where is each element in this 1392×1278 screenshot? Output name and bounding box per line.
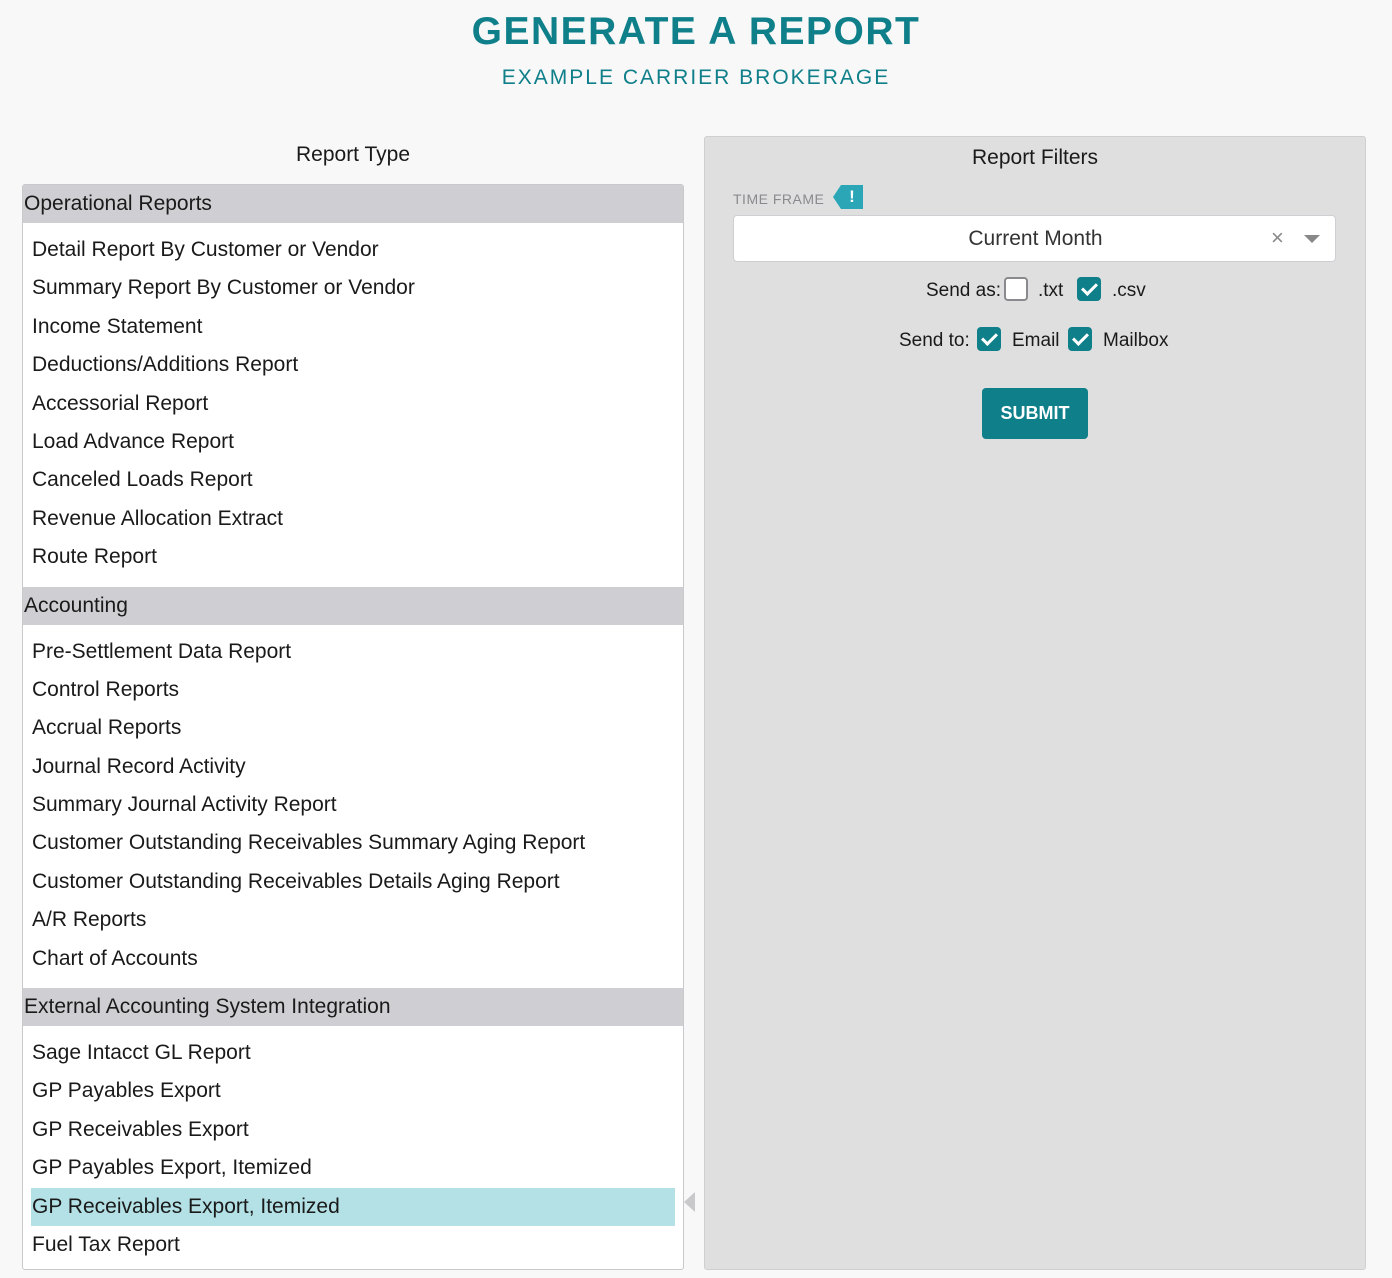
report-item[interactable]: A/R Reports xyxy=(31,901,675,939)
mailbox-checkbox[interactable] xyxy=(1068,327,1092,351)
report-item[interactable]: Route Report xyxy=(31,538,675,576)
report-item[interactable]: Journal Record Activity xyxy=(31,748,675,786)
report-item[interactable]: Accessorial Report xyxy=(31,385,675,423)
email-label: Email xyxy=(1012,330,1060,351)
time-frame-value: Current Month xyxy=(968,227,1103,250)
send-to-row: Send to: Email Mailbox xyxy=(899,327,1189,355)
report-filters-panel: Report Filters TIME FRAME ! Current Mont… xyxy=(704,136,1366,1270)
report-item[interactable]: Control Reports xyxy=(31,671,675,709)
report-item[interactable]: GP Payables Export xyxy=(31,1072,675,1110)
send-to-label: Send to: xyxy=(899,330,970,351)
report-item[interactable]: Revenue Allocation Extract xyxy=(31,500,675,538)
txt-checkbox[interactable] xyxy=(1004,277,1028,301)
send-as-row: Send as: .txt .csv xyxy=(926,277,1156,305)
txt-label: .txt xyxy=(1038,280,1064,301)
submit-button[interactable]: SUBMIT xyxy=(982,388,1088,439)
report-filters-heading: Report Filters xyxy=(971,146,1099,169)
required-alert-icon: ! xyxy=(833,185,865,209)
report-item[interactable]: GP Receivables Export xyxy=(31,1111,675,1149)
report-type-list: Operational Reports Detail Report By Cust… xyxy=(22,184,684,1270)
report-item[interactable]: Load Advance Report xyxy=(31,423,675,461)
report-item[interactable]: Accrual Reports xyxy=(31,709,675,747)
mailbox-label: Mailbox xyxy=(1103,330,1169,351)
csv-label: .csv xyxy=(1112,280,1146,301)
group-items: Sage Intacct GL Report GP Payables Export… xyxy=(23,1026,683,1269)
report-item[interactable]: Pre-Settlement Data Report xyxy=(31,633,675,671)
collapse-arrow-icon[interactable] xyxy=(684,1192,695,1212)
company-name: EXAMPLE CARRIER BROKERAGE xyxy=(501,66,891,89)
report-item[interactable]: Customer Outstanding Receivables Summary… xyxy=(31,824,675,862)
report-item[interactable]: Canceled Loads Report xyxy=(31,461,675,499)
report-item[interactable]: GP Payables Export, Itemized xyxy=(31,1149,675,1187)
group-items: Detail Report By Customer or Vendor Summa… xyxy=(23,223,683,587)
report-item[interactable]: Sage Intacct GL Report xyxy=(31,1034,675,1072)
report-item[interactable]: Summary Report By Customer or Vendor xyxy=(31,269,675,307)
report-item[interactable]: Customer Outstanding Receivables Details… xyxy=(31,863,675,901)
report-item[interactable]: Fuel Tax Report xyxy=(31,1226,675,1264)
report-item[interactable]: Deductions/Additions Report xyxy=(31,346,675,384)
csv-checkbox[interactable] xyxy=(1077,277,1101,301)
group-items: Pre-Settlement Data Report Control Report… xyxy=(23,625,683,989)
clear-icon[interactable]: × xyxy=(1271,224,1284,252)
time-frame-label: TIME FRAME xyxy=(733,191,825,207)
page-title: GENERATE A REPORT xyxy=(471,10,921,53)
time-frame-select[interactable]: Current Month × xyxy=(733,215,1336,262)
group-header: Operational Reports xyxy=(23,185,683,223)
alert-exclamation: ! xyxy=(841,185,863,209)
chevron-down-icon[interactable] xyxy=(1304,235,1320,243)
report-item[interactable]: Detail Report By Customer or Vendor xyxy=(31,231,675,269)
report-type-heading: Report Type xyxy=(295,143,410,166)
group-header: External Accounting System Integration xyxy=(23,988,683,1027)
report-item-selected[interactable]: GP Receivables Export, Itemized xyxy=(31,1187,675,1226)
report-item[interactable]: Chart of Accounts xyxy=(31,940,675,978)
group-header: Accounting xyxy=(23,586,683,625)
report-item[interactable]: Income Statement xyxy=(31,308,675,346)
email-checkbox[interactable] xyxy=(977,327,1001,351)
send-as-label: Send as: xyxy=(926,280,1001,301)
report-item[interactable]: Summary Journal Activity Report xyxy=(31,786,675,824)
